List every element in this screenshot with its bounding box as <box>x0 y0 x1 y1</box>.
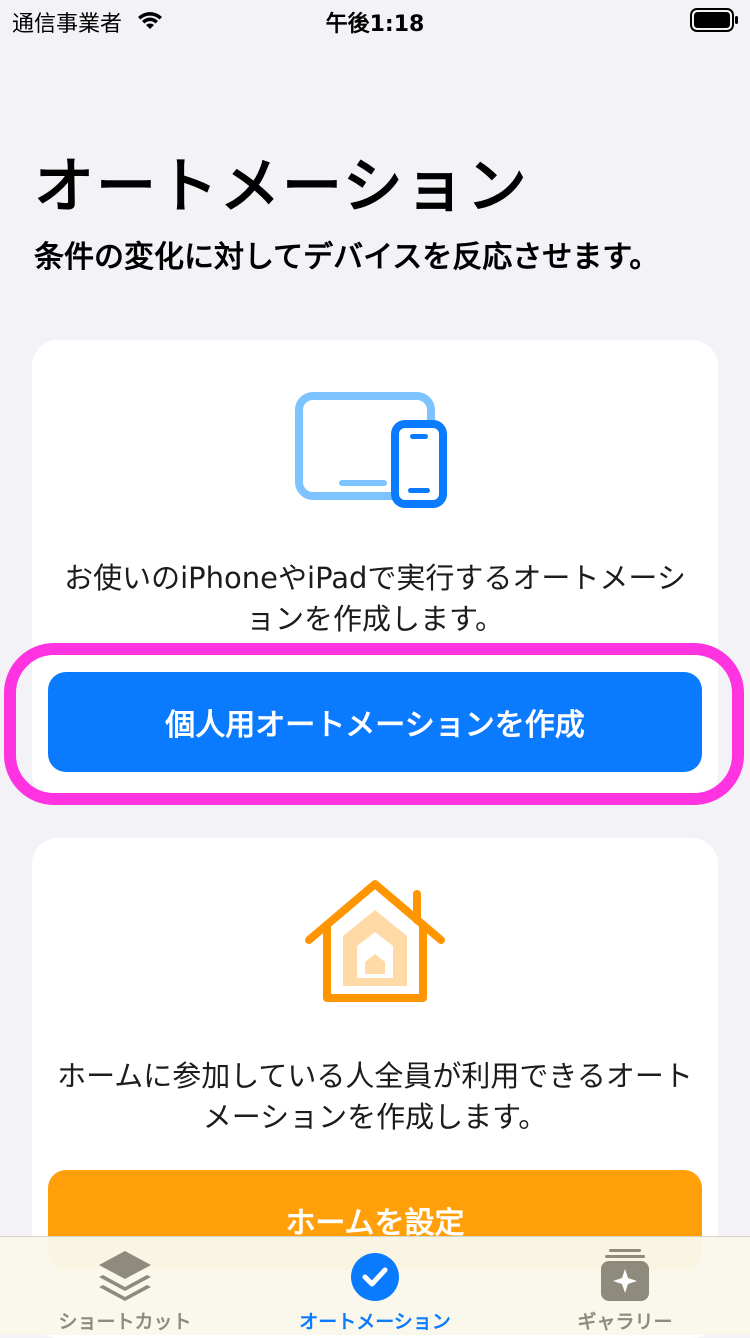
tab-gallery[interactable]: ギャラリー <box>500 1237 750 1335</box>
page-title: オートメーション <box>34 152 529 222</box>
personal-automation-card: お使いのiPhoneやiPadで実行するオートメーションを作成します。 個人用オ… <box>32 340 718 800</box>
battery-icon <box>690 8 738 32</box>
tab-label: ショートカット <box>58 1311 192 1333</box>
card-icon-wrapper <box>32 878 718 1006</box>
layers-icon <box>99 1251 151 1301</box>
iphone-ipad-icon <box>295 392 447 508</box>
status-time: 午後1:18 <box>325 12 425 37</box>
card-icon-wrapper <box>32 392 718 508</box>
page-subtitle: 条件の変化に対してデバイスを反応させます。 <box>34 240 660 275</box>
create-personal-automation-button[interactable]: 個人用オートメーションを作成 <box>48 672 702 772</box>
status-bar: 通信事業者 午後1:18 <box>0 0 750 40</box>
tab-shortcuts[interactable]: ショートカット <box>0 1237 250 1335</box>
home-automation-description: ホームに参加している人全員が利用できるオートメーションを作成します。 <box>57 1059 693 1134</box>
tab-automation[interactable]: オートメーション <box>250 1237 500 1335</box>
home-icon <box>305 880 445 1002</box>
tab-bar: ショートカット オートメーション ギャラリー <box>0 1236 750 1335</box>
gallery-sparkle-icon <box>601 1249 649 1301</box>
tab-label: ギャラリー <box>577 1311 673 1333</box>
checkmark-circle-icon <box>351 1253 399 1301</box>
personal-automation-description: お使いのiPhoneやiPadで実行するオートメーションを作成します。 <box>64 561 686 636</box>
tab-label: オートメーション <box>299 1311 451 1333</box>
